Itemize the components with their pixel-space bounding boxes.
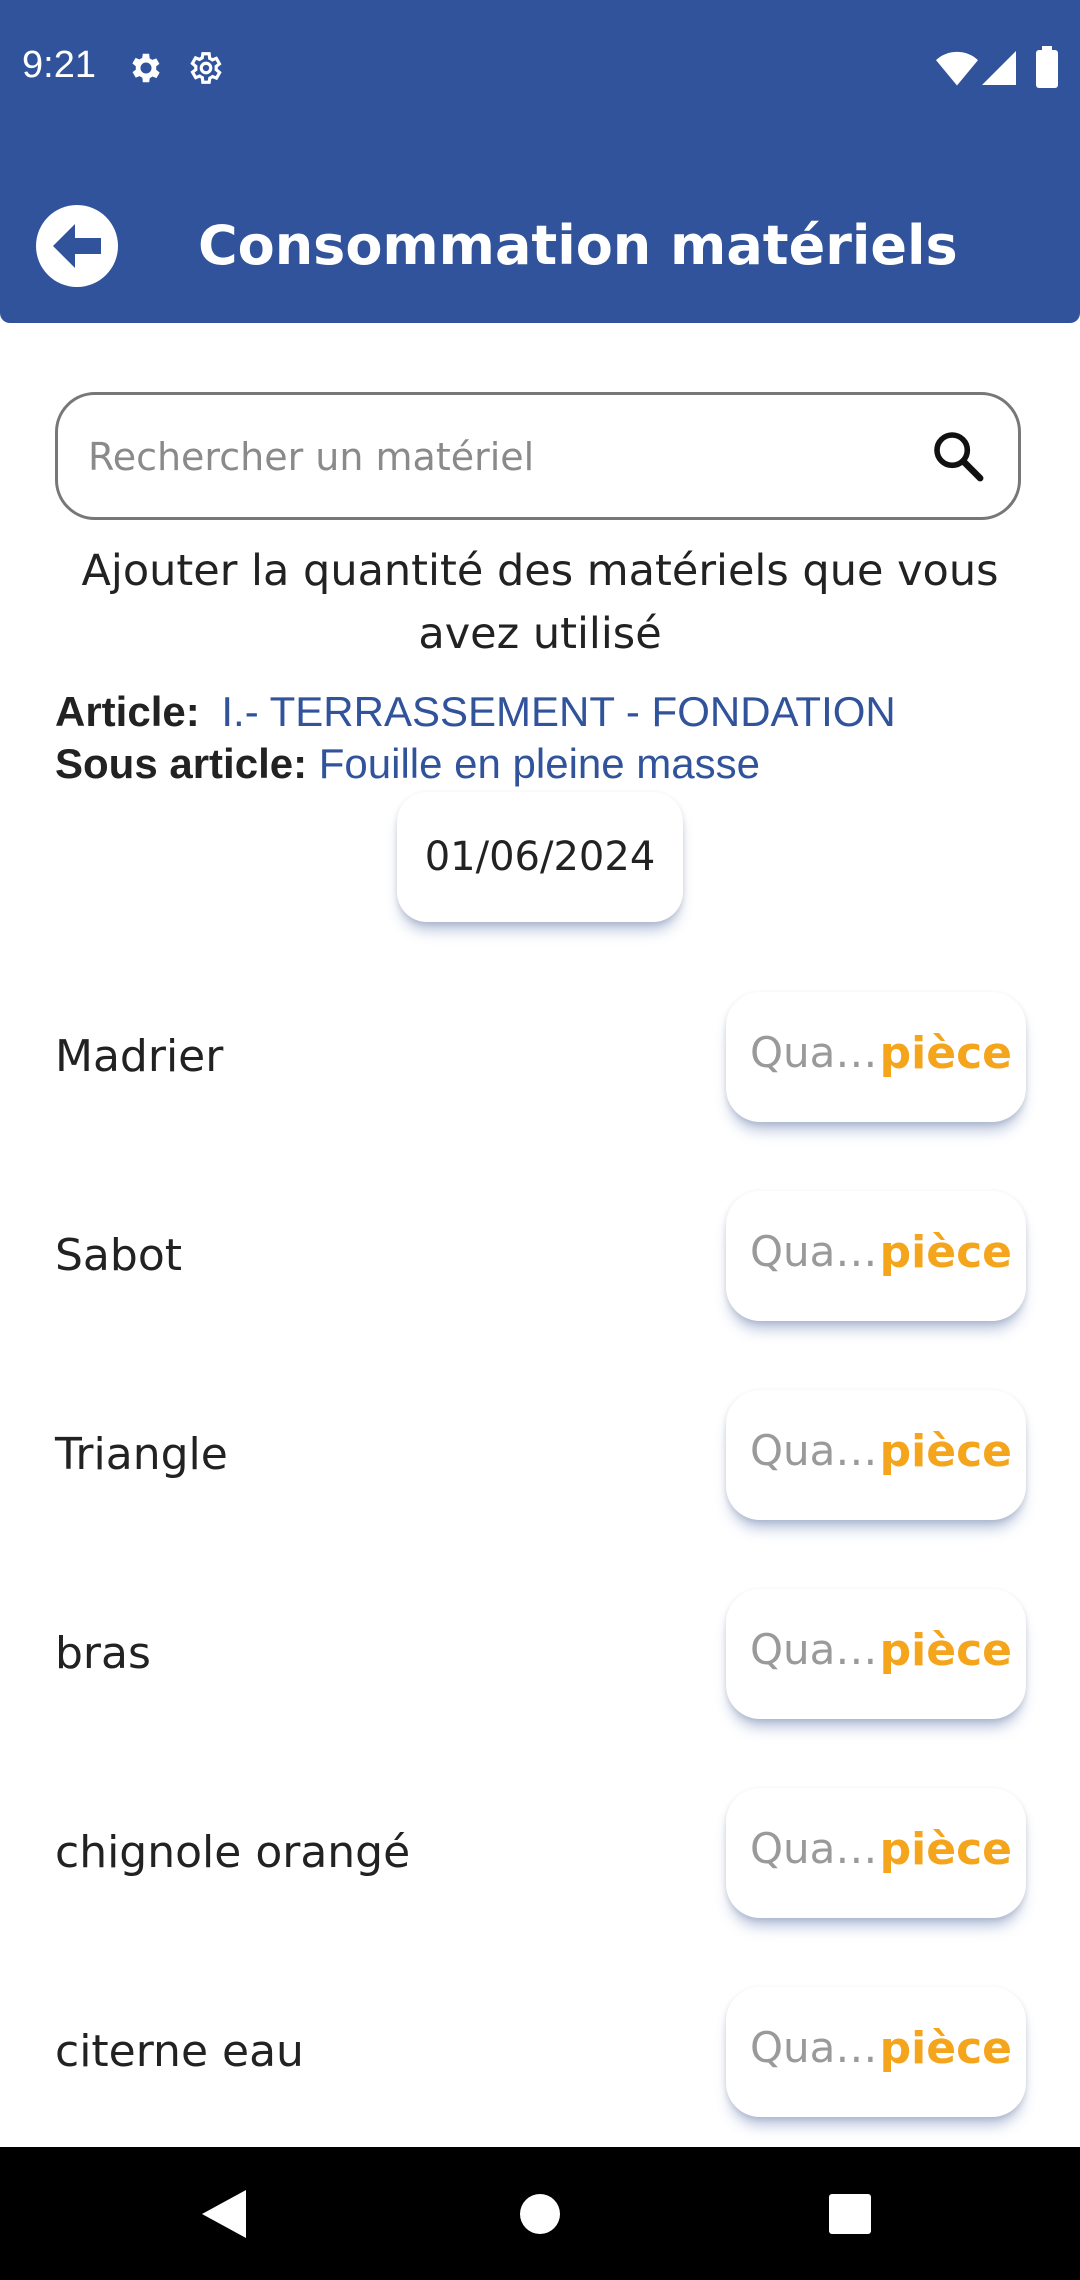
sous-article-label: Sous article: — [55, 740, 308, 787]
unit-label: pièce — [879, 1028, 1012, 1079]
quantity-placeholder: Qua… — [750, 1824, 878, 1873]
search-icon[interactable] — [930, 428, 986, 484]
gear-icon — [132, 53, 160, 83]
quantity-input[interactable]: Qua… pièce — [726, 1589, 1026, 1719]
system-nav-bar — [0, 2147, 1080, 2280]
quantity-input[interactable]: Qua… pièce — [726, 1191, 1026, 1321]
unit-label: pièce — [879, 1824, 1012, 1875]
quantity-input[interactable]: Qua… pièce — [726, 1987, 1026, 2117]
search-field[interactable] — [55, 392, 1021, 520]
material-name: citerne eau — [55, 2026, 304, 2077]
article-value: I.- TERRASSEMENT - FONDATION — [221, 688, 896, 735]
date-picker-button[interactable]: 01/06/2024 — [397, 792, 683, 922]
quantity-input[interactable]: Qua… pièce — [726, 1788, 1026, 1918]
article-label: Article: — [55, 688, 200, 735]
material-name: bras — [55, 1628, 151, 1679]
unit-label: pièce — [879, 1426, 1012, 1477]
page-title: Consommation matériels — [198, 214, 958, 277]
recents-square-icon[interactable] — [829, 2194, 871, 2234]
quantity-placeholder: Qua… — [750, 1426, 878, 1475]
unit-label: pièce — [879, 2023, 1012, 2074]
material-row: citerne eau Qua… pièce — [0, 1987, 1080, 2117]
material-row: chignole orangé Qua… pièce — [0, 1788, 1080, 1918]
material-name: Triangle — [55, 1429, 228, 1480]
quantity-placeholder: Qua… — [750, 1227, 878, 1276]
home-circle-icon[interactable] — [519, 2193, 561, 2235]
battery-icon — [1036, 46, 1058, 88]
quantity-input[interactable]: Qua… pièce — [726, 992, 1026, 1122]
unit-label: pièce — [879, 1227, 1012, 1278]
status-bar: 9:21 — [0, 0, 1080, 134]
material-name: chignole orangé — [55, 1827, 411, 1878]
material-name: Madrier — [55, 1031, 224, 1082]
settings-icon — [190, 52, 222, 84]
material-row: bras Qua… pièce — [0, 1589, 1080, 1719]
quantity-input[interactable]: Qua… pièce — [726, 1390, 1026, 1520]
material-name: Sabot — [55, 1230, 182, 1281]
article-info: Article: I.- TERRASSEMENT - FONDATION — [55, 688, 896, 736]
instructions-text: Ajouter la quantité des matériels que vo… — [81, 546, 999, 659]
app-header: 9:21 Consommation matériels — [0, 0, 1080, 323]
material-row: Sabot Qua… pièce — [0, 1191, 1080, 1321]
quantity-placeholder: Qua… — [750, 1625, 878, 1674]
back-button[interactable] — [36, 205, 118, 287]
material-row: Triangle Qua… pièce — [0, 1390, 1080, 1520]
unit-label: pièce — [879, 1625, 1012, 1676]
signal-icon — [982, 51, 1016, 85]
status-time: 9:21 — [22, 44, 96, 86]
material-row: Madrier Qua… pièce — [0, 992, 1080, 1122]
back-triangle-icon[interactable] — [202, 2190, 246, 2238]
arrow-left-icon — [53, 224, 101, 268]
wifi-icon — [936, 51, 978, 86]
quantity-placeholder: Qua… — [750, 1028, 878, 1077]
search-input[interactable] — [86, 423, 920, 491]
quantity-placeholder: Qua… — [750, 2023, 878, 2072]
sous-article-value: Fouille en pleine masse — [318, 740, 761, 787]
sous-article-info: Sous article: Fouille en pleine masse — [55, 740, 760, 788]
